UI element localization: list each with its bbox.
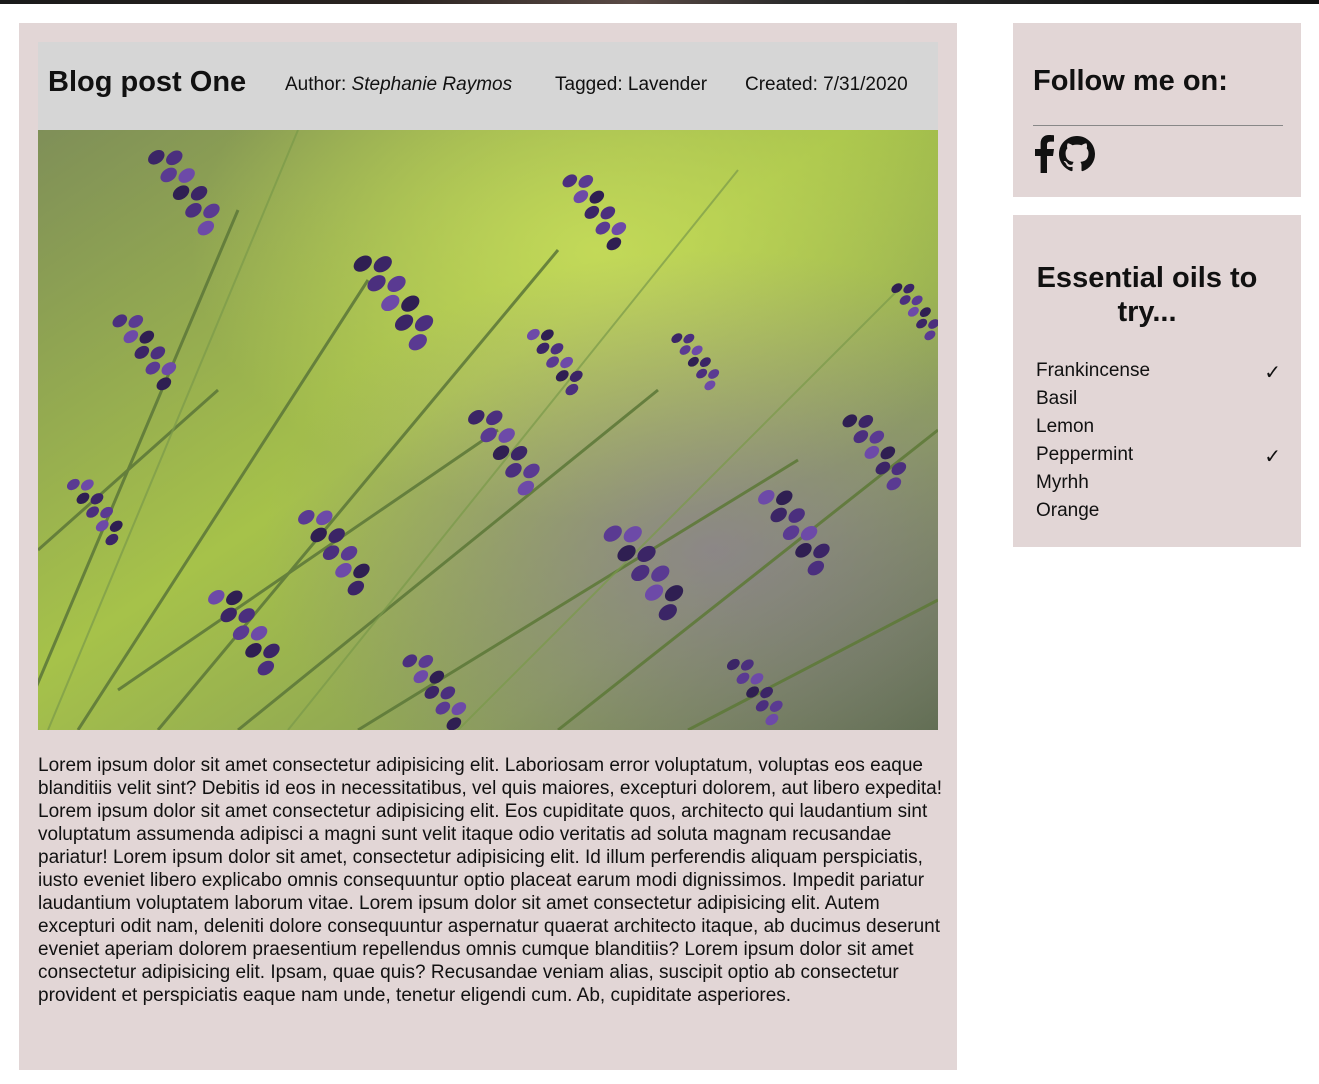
checkmark-icon: ✓ xyxy=(1264,362,1281,384)
blog-post: Blog post One Author: Stephanie Raymos T… xyxy=(19,23,957,1070)
post-title: Blog post One xyxy=(48,66,247,98)
post-header: Blog post One Author: Stephanie Raymos T… xyxy=(38,42,938,130)
list-item: Lemon xyxy=(1036,413,1281,441)
facebook-icon[interactable] xyxy=(1033,134,1055,178)
oil-name: Basil xyxy=(1036,388,1078,409)
github-icon[interactable] xyxy=(1059,135,1095,177)
follow-widget: Follow me on: xyxy=(1013,23,1301,197)
list-item: Frankincense ✓ xyxy=(1036,357,1281,385)
oil-name: Peppermint xyxy=(1036,444,1134,465)
post-author: Author: Stephanie Raymos xyxy=(285,74,512,96)
oil-name: Myrhh xyxy=(1036,472,1089,493)
list-item: Myrhh xyxy=(1036,469,1281,497)
divider xyxy=(1033,125,1283,126)
lavender-photo xyxy=(38,130,938,730)
social-links xyxy=(1033,134,1095,178)
oil-name: Orange xyxy=(1036,500,1100,521)
essential-oils-widget: Essential oils to try... Frankincense ✓ B… xyxy=(1013,215,1301,547)
post-tag: Tagged: Lavender xyxy=(555,74,708,95)
oil-name: Frankincense xyxy=(1036,360,1151,381)
list-item: Peppermint ✓ xyxy=(1036,441,1281,469)
oil-list: Frankincense ✓ Basil Lemon Peppermint ✓ My… xyxy=(1036,357,1281,525)
post-image xyxy=(38,130,938,730)
post-created-date: Created: 7/31/2020 xyxy=(745,74,908,95)
author-name: Stephanie Raymos xyxy=(351,74,513,95)
top-border xyxy=(0,0,1319,4)
author-label: Author: xyxy=(285,74,352,95)
oil-name: Lemon xyxy=(1036,416,1095,437)
checkmark-icon: ✓ xyxy=(1264,446,1281,468)
list-item: Basil xyxy=(1036,385,1281,413)
post-body: Lorem ipsum dolor sit amet consectetur a… xyxy=(38,755,943,1006)
follow-title: Follow me on: xyxy=(1033,65,1228,97)
list-item: Orange xyxy=(1036,497,1281,525)
oils-title: Essential oils to try... xyxy=(1036,262,1258,328)
